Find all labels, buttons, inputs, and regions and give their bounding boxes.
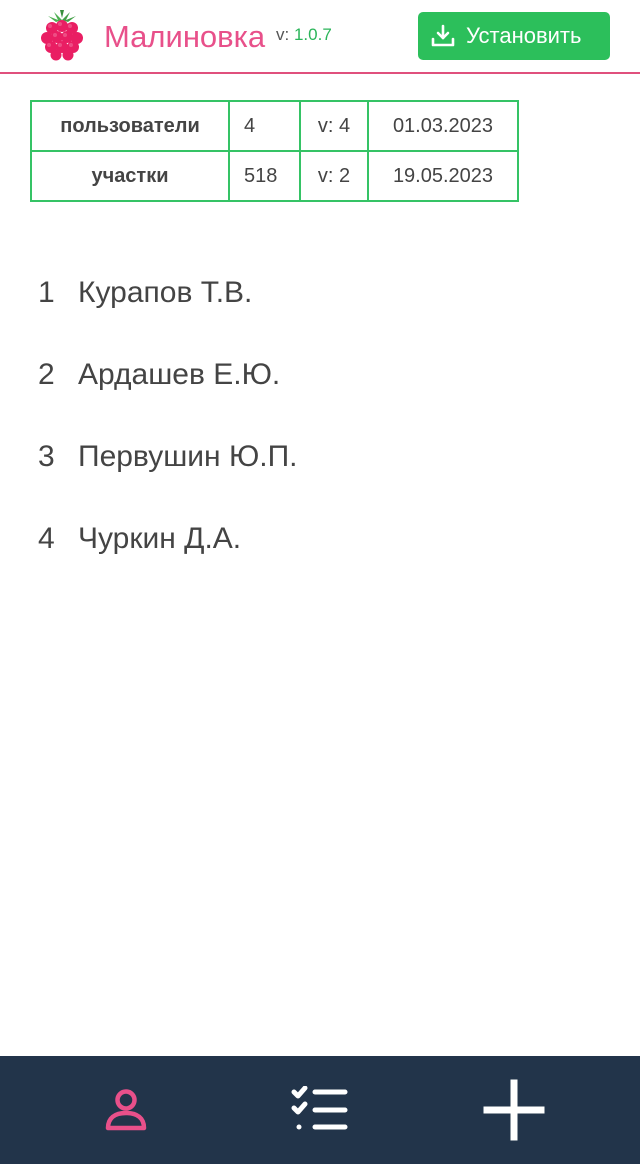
version-number: 1.0.7 (293, 25, 332, 44)
download-icon (431, 24, 455, 47)
version-prefix: v: (276, 25, 290, 44)
table-cell-version: v: 2 (299, 150, 369, 202)
list-item[interactable]: 3 Первушин Ю.П. (38, 416, 297, 498)
app-version: v: 1.0.7 (276, 24, 332, 46)
plus-icon (483, 1079, 545, 1141)
user-number: 3 (38, 440, 55, 473)
checklist-icon (291, 1086, 348, 1130)
table-cell-date: 01.03.2023 (367, 100, 519, 152)
table-cell-label: пользователи (30, 100, 230, 152)
list-item[interactable]: 2 Ардашев Е.Ю. (38, 334, 297, 416)
user-name: Чуркин Д.А. (78, 522, 242, 555)
table-cell-label: участки (30, 150, 230, 202)
table-row: пользователи 4 v: 4 01.03.2023 (30, 100, 519, 152)
nav-users-button[interactable] (66, 1056, 186, 1164)
nav-add-button[interactable] (454, 1056, 574, 1164)
table-row: участки 518 v: 2 19.05.2023 (30, 150, 519, 202)
nav-tasks-button[interactable] (260, 1056, 380, 1164)
install-label: Установить (466, 23, 582, 48)
header: Малиновка v: 1.0.7 Установить (0, 0, 640, 74)
raspberry-icon (41, 10, 83, 61)
table-cell-count: 518 (228, 150, 301, 202)
table-cell-date: 19.05.2023 (367, 150, 519, 202)
user-name: Курапов Т.В. (78, 276, 253, 309)
table-cell-version: v: 4 (299, 100, 369, 152)
user-name: Первушин Ю.П. (78, 440, 298, 473)
bottom-nav (0, 1056, 640, 1164)
user-number: 2 (38, 358, 55, 391)
table-cell-count: 4 (228, 100, 301, 152)
sync-info-table: пользователи 4 v: 4 01.03.2023 участки 5… (30, 100, 519, 202)
list-item[interactable]: 4 Чуркин Д.А. (38, 498, 297, 580)
list-item[interactable]: 1 Курапов Т.В. (38, 252, 297, 334)
install-button[interactable]: Установить (418, 12, 610, 60)
user-name: Ардашев Е.Ю. (78, 358, 281, 391)
app-root: Малиновка v: 1.0.7 Установить пользовате… (0, 0, 640, 1164)
app-title: Малиновка (104, 19, 266, 54)
user-number: 4 (38, 522, 55, 555)
users-list: 1 Курапов Т.В. 2 Ардашев Е.Ю. 3 Первушин… (38, 264, 297, 580)
user-icon (105, 1089, 147, 1131)
user-number: 1 (38, 276, 55, 309)
